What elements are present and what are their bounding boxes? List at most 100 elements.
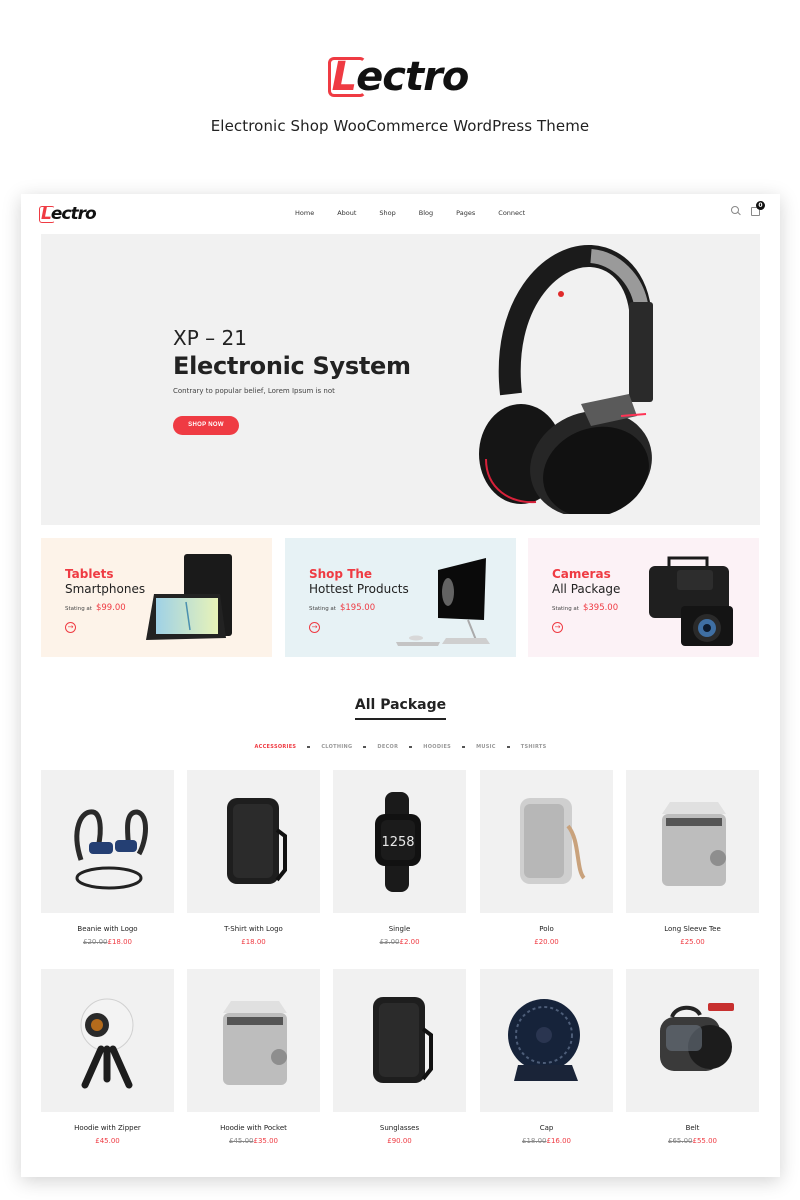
product-price: £45.00£35.00	[187, 1137, 320, 1145]
banner-price-row: Stating at $99.00	[65, 603, 126, 613]
shop-now-button[interactable]: SHOP NOW	[173, 416, 239, 435]
promo-banner-cameras[interactable]: Cameras All Package Stating at $395.00 →	[528, 538, 759, 657]
product-old-price: £3.00	[379, 938, 400, 946]
menu-item-blog[interactable]: Blog	[419, 209, 433, 217]
product-sale-price: £55.00	[692, 1137, 718, 1145]
banner-title-accent: Tablets	[65, 567, 114, 581]
product-card[interactable]: Cap £18.00£16.00	[480, 969, 613, 1145]
product-card[interactable]: Long Sleeve Tee £25.00	[626, 770, 759, 946]
banner-price-row: Stating at $395.00	[552, 603, 618, 613]
menu-item-home[interactable]: Home	[295, 209, 314, 217]
product-price: £65.00£55.00	[626, 1137, 759, 1145]
product-image[interactable]: 1258	[333, 770, 466, 913]
product-card[interactable]: Beanie with Logo £20.00£18.00	[41, 770, 174, 946]
product-name[interactable]: Beanie with Logo	[41, 925, 174, 933]
product-name[interactable]: Sunglasses	[333, 1124, 466, 1132]
filter-separator	[409, 746, 413, 748]
hero-subtitle: XP – 21	[173, 326, 247, 350]
product-name[interactable]: Cap	[480, 1124, 613, 1132]
product-name[interactable]: Single	[333, 925, 466, 933]
product-name[interactable]: Long Sleeve Tee	[626, 925, 759, 933]
banner-price: $395.00	[582, 603, 619, 613]
product-image[interactable]	[480, 770, 613, 913]
logo-text: ectro	[356, 54, 469, 100]
product-image[interactable]	[41, 969, 174, 1112]
product-sale-price: £90.00	[387, 1137, 412, 1145]
desk-fan-image	[508, 999, 580, 1081]
product-card[interactable]: 1258 Single £3.00£2.00	[333, 770, 466, 946]
banner-from-label: Stating at	[309, 606, 336, 612]
site-logo[interactable]: L ectro	[39, 202, 97, 226]
filter-separator	[363, 746, 367, 748]
product-sale-price: £18.00	[107, 938, 133, 946]
filter-accessories[interactable]: ACCESSORIES	[254, 744, 296, 750]
product-image[interactable]	[187, 770, 320, 913]
arrow-right-icon[interactable]: →	[552, 622, 563, 633]
menu-item-connect[interactable]: Connect	[498, 209, 525, 217]
product-name[interactable]: Polo	[480, 925, 613, 933]
ice-maker-image	[662, 802, 726, 886]
speaker-black-image	[373, 997, 433, 1083]
promo-banner-tablets[interactable]: Tablets Smartphones Stating at $99.00 →	[41, 538, 272, 657]
promo-logo: L ectro	[327, 52, 469, 102]
filter-decor[interactable]: DECOR	[377, 744, 398, 750]
product-name[interactable]: T-Shirt with Logo	[187, 925, 320, 933]
product-name[interactable]: Hoodie with Zipper	[41, 1124, 174, 1132]
svg-text:1258: 1258	[381, 835, 414, 850]
filter-hoodies[interactable]: HOODIES	[423, 744, 451, 750]
banner-price-row: Stating at $195.00	[309, 603, 375, 613]
logo-letter: L	[331, 54, 357, 100]
product-image[interactable]	[626, 770, 759, 913]
product-card[interactable]: Hoodie with Pocket £45.00£35.00	[187, 969, 320, 1145]
360-camera-image	[80, 998, 134, 1089]
product-card[interactable]: Belt £65.00£55.00	[626, 969, 759, 1145]
menu-item-shop[interactable]: Shop	[379, 209, 395, 217]
filter-clothing[interactable]: CLOTHING	[321, 744, 352, 750]
product-card[interactable]: Polo £20.00	[480, 770, 613, 946]
banner-from-label: Stating at	[65, 606, 92, 612]
product-price: £90.00	[333, 1137, 466, 1145]
logo-letter: L	[41, 204, 52, 224]
tablet-image	[146, 554, 232, 640]
arrow-right-icon[interactable]: →	[65, 622, 76, 633]
filter-separator	[462, 746, 466, 748]
product-name[interactable]: Hoodie with Pocket	[187, 1124, 320, 1132]
carpet-cleaner-image	[660, 1003, 734, 1071]
product-sale-price: £25.00	[680, 938, 705, 946]
product-image[interactable]	[626, 969, 759, 1112]
product-image[interactable]	[333, 969, 466, 1112]
product-old-price: £18.00	[522, 1137, 547, 1145]
product-card[interactable]: T-Shirt with Logo £18.00	[187, 770, 320, 946]
product-image[interactable]	[480, 969, 613, 1112]
banner-from-label: Stating at	[552, 606, 579, 612]
promo-subtitle: Electronic Shop WooCommerce WordPress Th…	[210, 117, 590, 135]
product-card[interactable]: Sunglasses £90.00	[333, 969, 466, 1145]
headphones-image	[479, 245, 653, 514]
filter-music[interactable]: MUSIC	[476, 744, 496, 750]
product-sale-price: £20.00	[534, 938, 559, 946]
banner-title: Smartphones	[65, 582, 146, 596]
hero-title: Electronic System	[173, 352, 411, 380]
search-icon[interactable]	[731, 206, 741, 216]
menu-item-about[interactable]: About	[337, 209, 356, 217]
camera-bag-image	[649, 556, 733, 646]
promo-banner-hottest[interactable]: Shop The Hottest Products Stating at $19…	[285, 538, 516, 657]
product-image[interactable]	[187, 969, 320, 1112]
hero-description: Contrary to popular belief, Lorem Ipsum …	[173, 387, 335, 395]
product-image[interactable]	[41, 770, 174, 913]
arrow-right-icon[interactable]: →	[309, 622, 320, 633]
ice-maker-image	[223, 1001, 287, 1085]
product-price: £20.00	[480, 938, 613, 946]
product-card[interactable]: Hoodie with Zipper £45.00	[41, 969, 174, 1145]
product-sale-price: £45.00	[95, 1137, 120, 1145]
product-name[interactable]: Belt	[626, 1124, 759, 1132]
speaker-black-image	[227, 798, 287, 884]
product-sale-price: £35.00	[253, 1137, 279, 1145]
cart-icon[interactable]: 0	[751, 200, 765, 216]
logo-text: ectro	[50, 204, 97, 224]
product-sale-price: £16.00	[546, 1137, 572, 1145]
menu-item-pages[interactable]: Pages	[456, 209, 475, 217]
filter-tshirts[interactable]: TSHIRTS	[521, 744, 547, 750]
product-old-price: £20.00	[83, 938, 108, 946]
product-price: £20.00£18.00	[41, 938, 174, 946]
